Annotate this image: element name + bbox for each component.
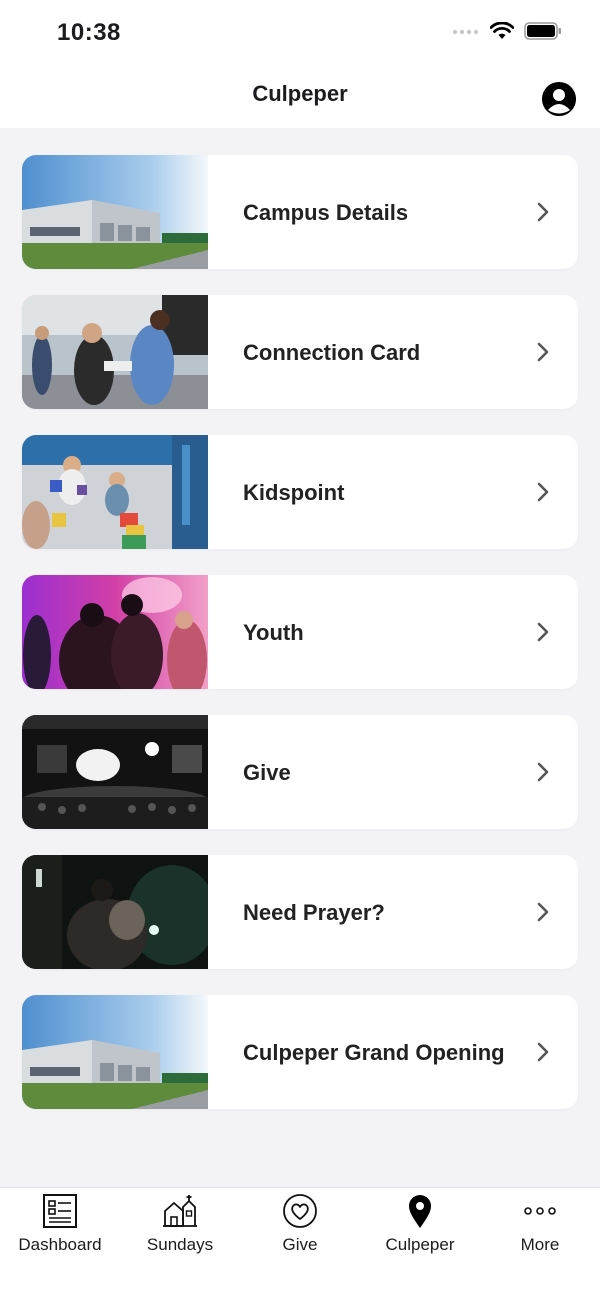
cellular-signal-icon — [452, 29, 479, 35]
tab-culpeper[interactable]: Culpeper — [360, 1188, 480, 1278]
embrace-photo — [22, 855, 208, 969]
tab-label: More — [520, 1235, 560, 1254]
card-label: Campus Details — [243, 199, 409, 225]
battery-icon — [524, 22, 561, 40]
navigation-bar: Culpeper — [0, 68, 600, 128]
church-icon — [163, 1195, 197, 1227]
map-pin-icon — [409, 1195, 431, 1228]
campus-menu-list: Campus Details Connection Card Kidspoint… — [22, 155, 578, 1135]
card-youth[interactable]: Youth — [22, 575, 578, 689]
tab-label: Dashboard — [18, 1235, 102, 1254]
card-label: Culpeper Grand Opening — [243, 1039, 505, 1065]
building-photo — [22, 155, 208, 269]
tab-bar: Dashboard Sundays Give Culpeper More — [0, 1187, 600, 1298]
card-label: Kidspoint — [243, 479, 345, 505]
card-culpeper-grand-opening[interactable]: Culpeper Grand Opening — [22, 995, 578, 1109]
tab-sundays[interactable]: Sundays — [120, 1188, 240, 1278]
chevron-right-icon — [537, 342, 549, 362]
dashboard-icon — [43, 1194, 77, 1228]
tab-more[interactable]: More — [480, 1188, 600, 1278]
heart-icon — [283, 1194, 317, 1228]
building-photo — [22, 995, 208, 1109]
youth-concert-photo — [22, 575, 208, 689]
profile-button[interactable] — [542, 82, 576, 116]
status-time: 10:38 — [57, 19, 121, 46]
chevron-right-icon — [537, 622, 549, 642]
chevron-right-icon — [537, 762, 549, 782]
tab-label: Sundays — [146, 1235, 214, 1254]
tab-give[interactable]: Give — [240, 1188, 360, 1278]
more-dots-icon — [524, 1207, 556, 1215]
page-title: Culpeper — [252, 81, 348, 106]
wifi-icon — [490, 22, 514, 39]
kids-playroom-photo — [22, 435, 208, 549]
tab-label: Give — [282, 1235, 318, 1254]
user-avatar-icon — [542, 82, 576, 116]
status-icons — [452, 22, 562, 40]
card-need-prayer[interactable]: Need Prayer? — [22, 855, 578, 969]
card-label: Need Prayer? — [243, 899, 385, 925]
tab-dashboard[interactable]: Dashboard — [0, 1188, 120, 1278]
chevron-right-icon — [537, 1042, 549, 1062]
greeting-photo — [22, 295, 208, 409]
status-bar: 10:38 — [0, 0, 600, 68]
card-kidspoint[interactable]: Kidspoint — [22, 435, 578, 549]
chevron-right-icon — [537, 902, 549, 922]
chevron-right-icon — [537, 482, 549, 502]
card-connection-card[interactable]: Connection Card — [22, 295, 578, 409]
card-label: Connection Card — [243, 339, 421, 365]
card-label: Youth — [243, 619, 304, 645]
card-label: Give — [243, 759, 291, 785]
stage-lights-photo — [22, 715, 208, 829]
tab-label: Culpeper — [385, 1235, 455, 1254]
chevron-right-icon — [537, 202, 549, 222]
card-campus-details[interactable]: Campus Details — [22, 155, 578, 269]
card-give[interactable]: Give — [22, 715, 578, 829]
